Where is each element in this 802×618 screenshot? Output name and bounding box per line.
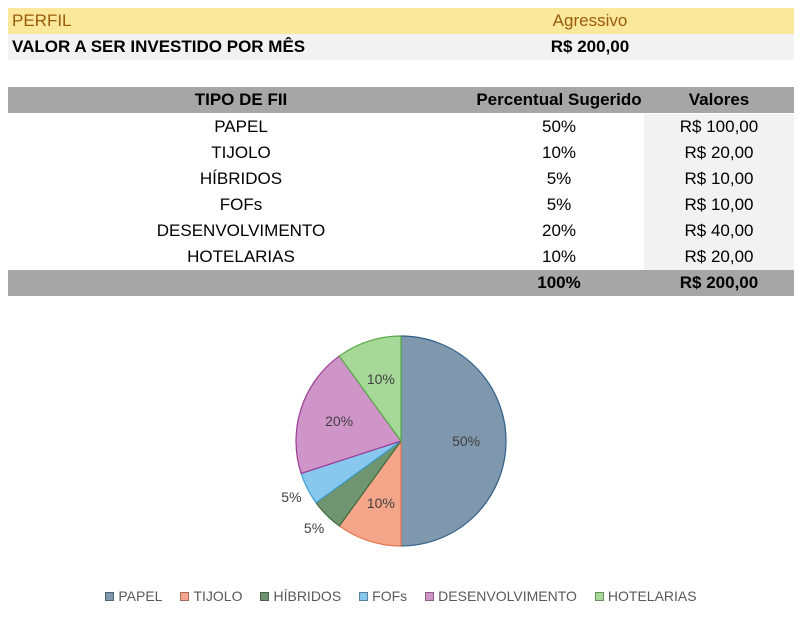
data-label: 20% [325, 413, 353, 429]
profile-label: PERFIL [12, 11, 72, 30]
data-label: 5% [304, 520, 324, 536]
cell-tipo: DESENVOLVIMENTO [156, 221, 326, 240]
cell-pct: 5% [546, 195, 572, 214]
cell-tipo: HOTELARIAS [187, 247, 295, 266]
cell-pct: 10% [541, 143, 577, 162]
data-label: 10% [367, 495, 395, 511]
cell-tipo: TIJOLO [211, 143, 271, 162]
table-total-row: 100% R$ 200,00 [8, 270, 794, 296]
data-label: 50% [452, 433, 480, 449]
legend-item: FOFs [359, 588, 407, 604]
monthly-investment-label: VALOR A SER INVESTIDO POR MÊS [12, 37, 306, 56]
monthly-investment-row: VALOR A SER INVESTIDO POR MÊS R$ 200,00 [8, 34, 794, 60]
cell-valor: R$ 40,00 [644, 218, 794, 244]
legend-label: FOFs [372, 588, 408, 604]
header-tipo: TIPO DE FII [194, 90, 288, 109]
profile-row: PERFIL Agressivo [8, 8, 794, 34]
header-percentual: Percentual Sugerido [476, 90, 642, 109]
cell-pct: 10% [541, 247, 577, 266]
cell-tipo: PAPEL [214, 117, 268, 136]
table-row: DESENVOLVIMENTO 20% R$ 40,00 [8, 218, 794, 244]
cell-valor: R$ 20,00 [644, 244, 794, 270]
table-row: HOTELARIAS 10% R$ 20,00 [8, 244, 794, 270]
total-valor: R$ 200,00 [679, 273, 759, 292]
legend-label: DESENVOLVIMENTO [438, 588, 577, 604]
legend-label: PAPEL [118, 588, 163, 604]
table-row: TIJOLO 10% R$ 20,00 [8, 140, 794, 166]
legend-label: HÍBRIDOS [273, 588, 342, 604]
header-valores: Valores [688, 90, 750, 109]
legend-label: TIJOLO [193, 588, 243, 604]
legend-label: HOTELARIAS [607, 588, 697, 604]
data-label: 5% [281, 489, 301, 505]
cell-tipo: FOFs [219, 195, 263, 214]
legend-item: HOTELARIAS [594, 588, 697, 604]
legend-swatch [359, 591, 369, 601]
cell-pct: 50% [541, 117, 577, 136]
table-row: FOFs 5% R$ 10,00 [8, 192, 794, 218]
cell-valor: R$ 10,00 [644, 166, 794, 192]
cell-pct: 20% [541, 221, 577, 240]
cell-tipo: HÍBRIDOS [199, 169, 283, 188]
table-header: TIPO DE FII Percentual Sugerido Valores [8, 87, 794, 113]
table-row: PAPEL 50% R$ 100,00 [8, 114, 794, 140]
profile-value: Agressivo [552, 11, 628, 30]
total-pct: 100% [537, 273, 581, 292]
cell-valor: R$ 10,00 [644, 192, 794, 218]
data-label: 10% [367, 371, 395, 387]
legend-swatch [260, 591, 270, 601]
monthly-investment-value: R$ 200,00 [550, 37, 630, 56]
chart-legend: PAPEL TIJOLO HÍBRIDOS FOFs DESENVOLVIMENTO HO… [0, 588, 802, 604]
cell-valor: R$ 20,00 [644, 140, 794, 166]
legend-swatch [594, 591, 604, 601]
legend-swatch [180, 591, 190, 601]
table-row: HÍBRIDOS 5% R$ 10,00 [8, 166, 794, 192]
legend-item: HÍBRIDOS [260, 588, 341, 604]
pie-chart: 50% 10% 5%5% 20% 10% [281, 335, 507, 547]
legend-swatch [105, 591, 115, 601]
cell-valor: R$ 100,00 [644, 114, 794, 140]
legend-swatch [425, 591, 435, 601]
legend-item: TIJOLO [180, 588, 242, 604]
legend-item: DESENVOLVIMENTO [425, 588, 577, 604]
cell-pct: 5% [546, 169, 572, 188]
legend-item: PAPEL [105, 588, 162, 604]
